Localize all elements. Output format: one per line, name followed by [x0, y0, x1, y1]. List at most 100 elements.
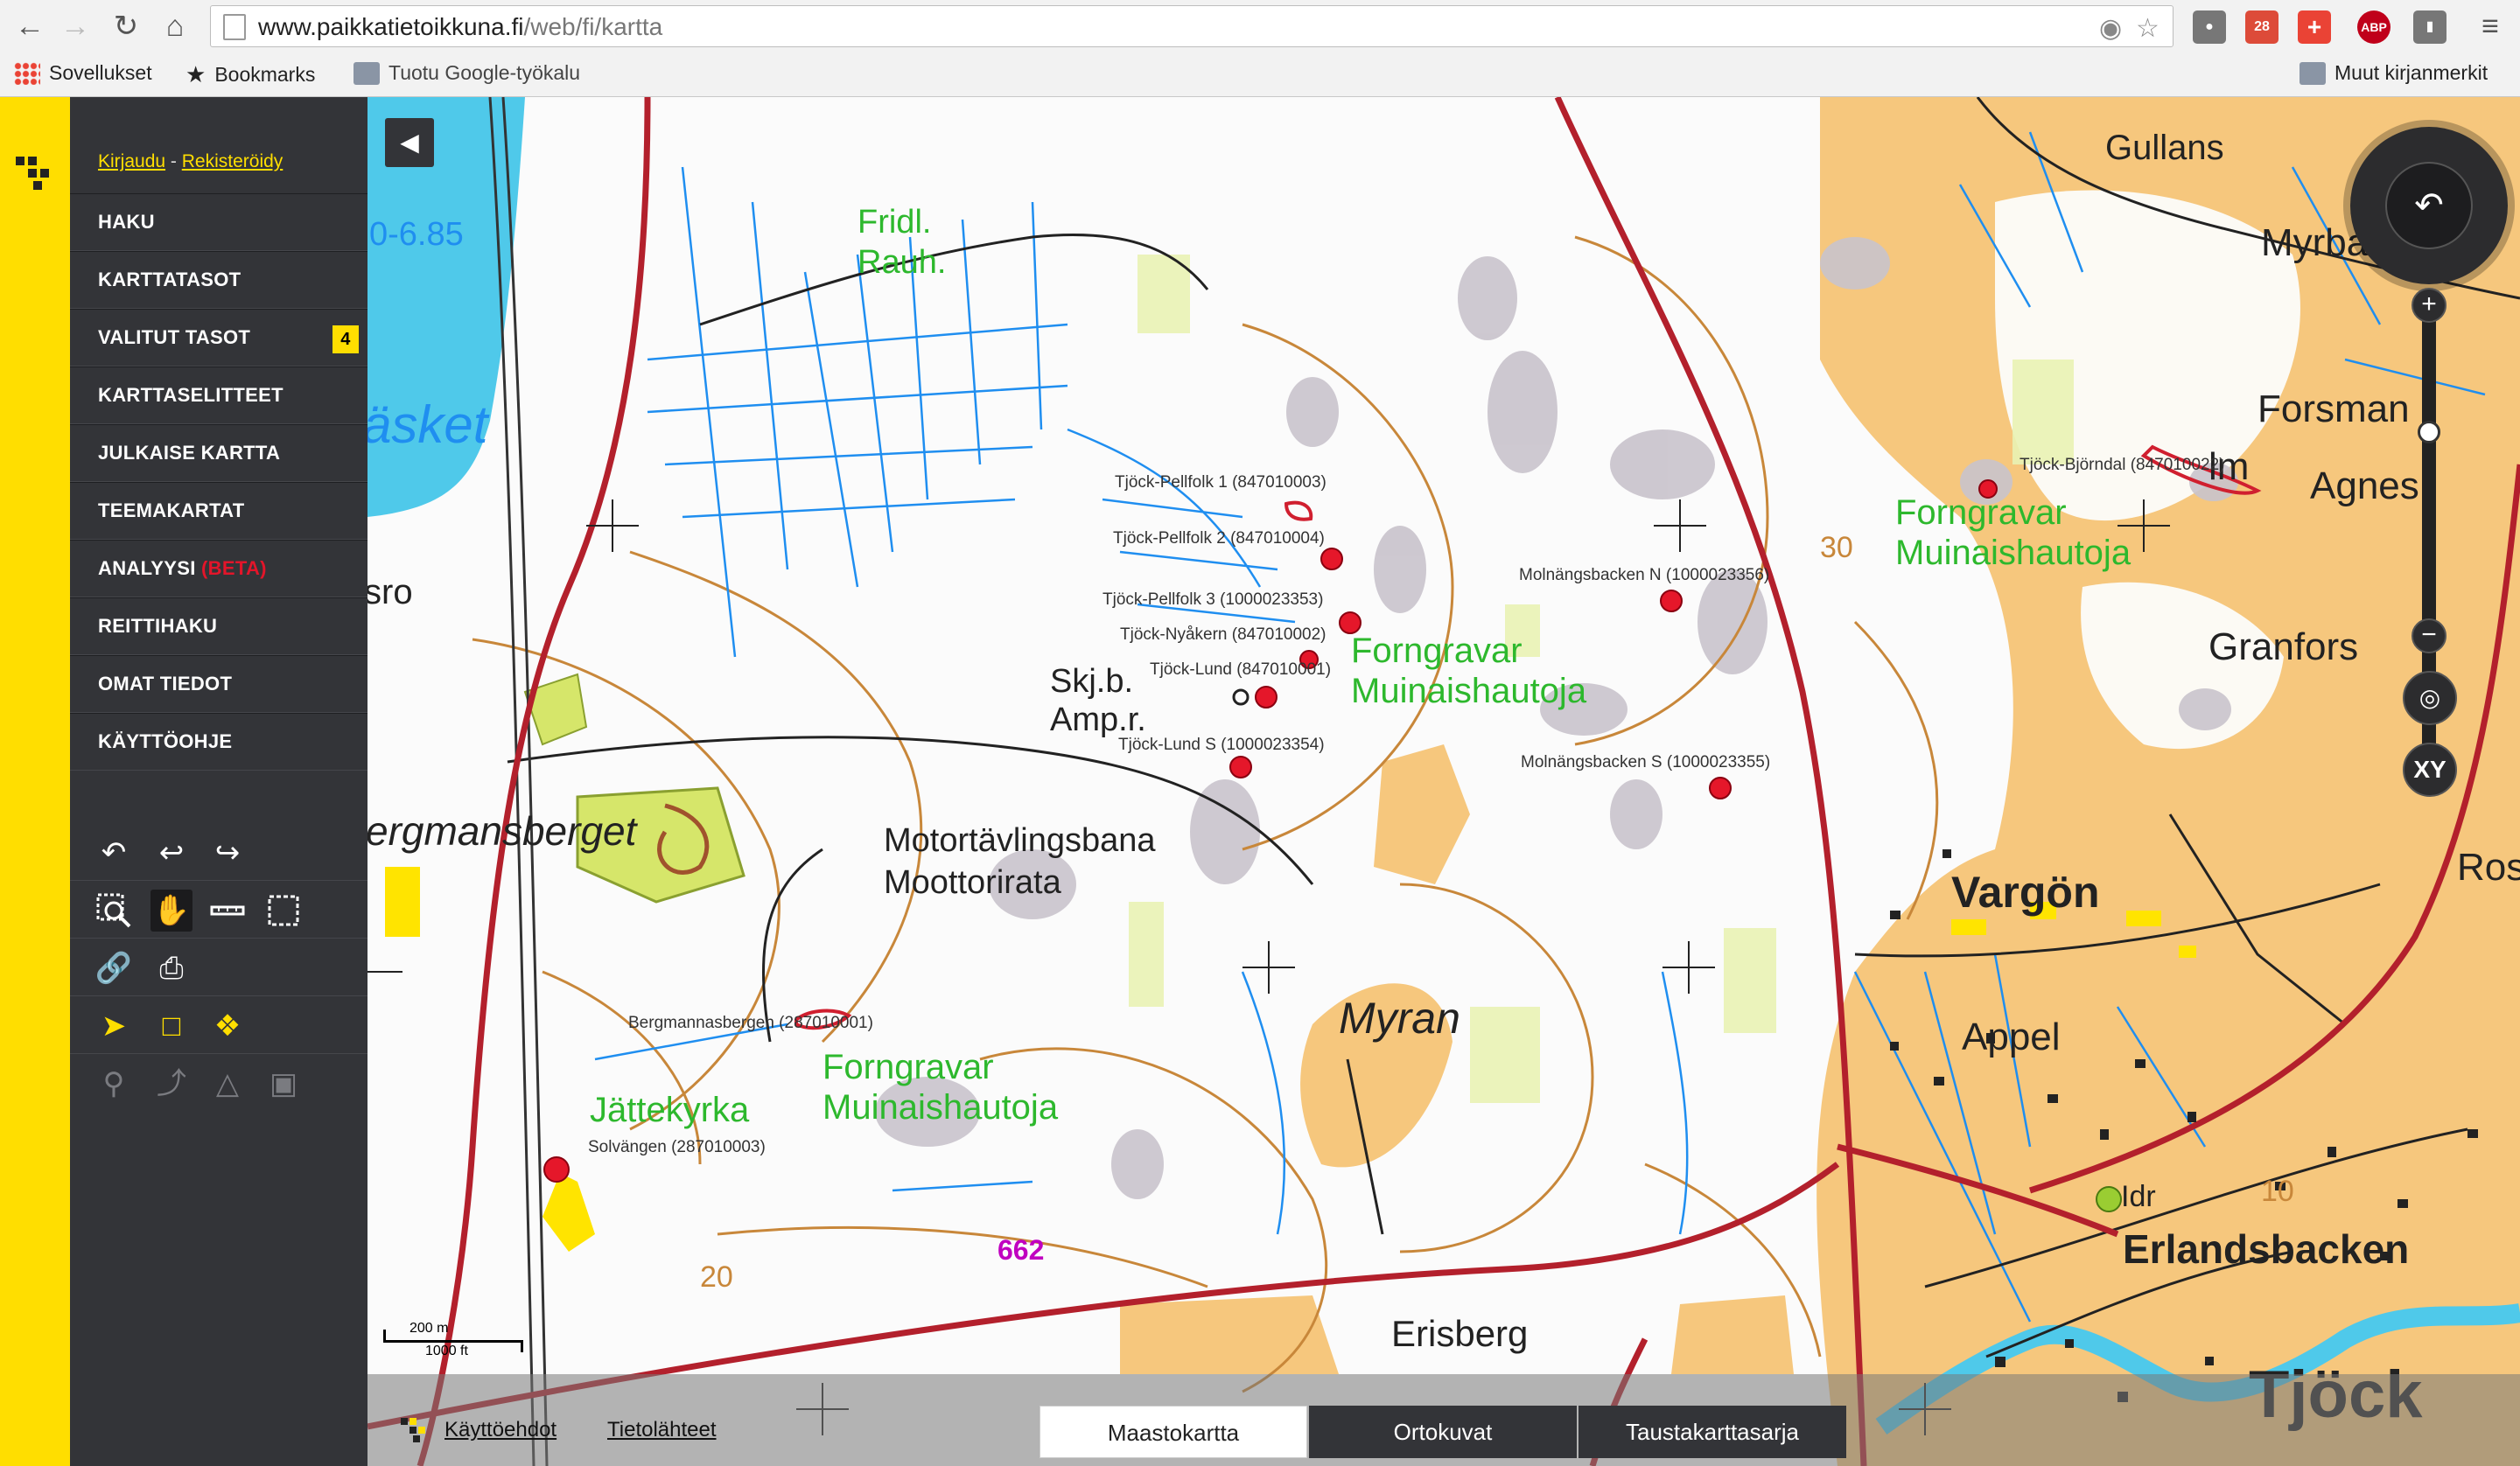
brand-bar: [0, 97, 70, 1466]
folder-icon: [2300, 61, 2326, 85]
place-label-vargon: Vargön: [1951, 868, 2100, 917]
ancient-graves-label-3: Forngravar Muinaishautoja: [1895, 493, 2132, 572]
menu-item-valitut-tasot[interactable]: VALITUT TASOT 4: [70, 309, 368, 366]
address-bar[interactable]: www.paikkatietoikkuna.fi/web/fi/kartta ◉…: [210, 5, 2174, 47]
pan-hand-icon[interactable]: ✋: [150, 890, 192, 932]
reset-view-icon[interactable]: ↶: [2385, 162, 2473, 249]
beta-tag: (BETA): [201, 557, 267, 579]
search-area-icon[interactable]: ❖: [206, 1005, 248, 1047]
select-features-icon[interactable]: □: [150, 1005, 192, 1047]
contour-label-30: 30: [1820, 531, 1853, 564]
basemap-background-tab[interactable]: Taustakarttasarja: [1578, 1406, 1846, 1458]
login-links: Kirjaudu - Rekisteröidy: [98, 151, 283, 172]
reset-view-icon[interactable]: ↶: [93, 832, 135, 874]
zoom-in-button[interactable]: +: [2412, 288, 2446, 323]
bookmark-imported[interactable]: Tuotu Google-työkalu: [354, 61, 580, 85]
data-sources-link[interactable]: Tietolähteet: [607, 1418, 717, 1442]
adblock-ext-icon[interactable]: ABP: [2357, 10, 2390, 44]
bookmark-bookmarks[interactable]: ★ Bookmarks: [186, 61, 315, 88]
menu-item-reittihaku[interactable]: REITTIHAKU: [70, 597, 368, 655]
menu-item-haku[interactable]: HAKU: [70, 193, 368, 251]
pan-compass[interactable]: ↶: [2350, 127, 2508, 284]
site-label: Tjöck-Nyåkern (847010002): [1120, 625, 1326, 644]
site-label: Tjöck-Pellfolk 3 (1000023353): [1102, 590, 1324, 609]
apps-grid-icon: [14, 61, 40, 85]
back-button[interactable]: ←: [12, 9, 47, 44]
print-icon[interactable]: ⎙: [150, 947, 192, 989]
motor-track-label: Motortävlingsbana Moottorirata: [884, 822, 1156, 901]
login-separator: -: [170, 151, 177, 171]
add-line-icon[interactable]: ⤴: [150, 1063, 192, 1105]
site-label: Tjöck-Björndal (847010022): [2020, 456, 2225, 474]
collapse-sidebar-button[interactable]: ◀: [385, 118, 434, 167]
bookmark-other[interactable]: Muut kirjanmerkit: [2300, 61, 2488, 85]
notifications-ext-icon[interactable]: ●: [2193, 10, 2226, 44]
undo-icon[interactable]: ↩: [150, 832, 192, 874]
bookmark-apps[interactable]: Sovellukset: [14, 61, 152, 85]
place-label-sro: sro: [368, 573, 413, 611]
cookie-icon[interactable]: ◉: [2099, 13, 2122, 44]
site-label: Tjöck-Pellfolk 1 (847010003): [1115, 473, 1326, 492]
site-label: Molnängsbacken S (1000023355): [1521, 753, 1771, 771]
reader-ext-icon[interactable]: ▮: [2413, 10, 2446, 44]
place-label-granfors: Granfors: [2208, 625, 2359, 668]
map-footer: Käyttöehdot Tietolähteet Maastokartta Or…: [368, 1374, 2520, 1466]
scale-tick: [383, 1330, 386, 1342]
add-point-icon[interactable]: ⚲: [93, 1063, 135, 1105]
scale-meters: 200 m: [410, 1321, 449, 1336]
home-button[interactable]: ⌂: [158, 9, 192, 44]
terms-link[interactable]: Käyttöehdot: [444, 1418, 556, 1442]
ancient-graves-label-2: Forngravar Muinaishautoja: [1351, 632, 1587, 710]
toolbar-row-draw: ⚲ ⤴ △ ▣: [70, 1054, 368, 1112]
sidebar: Kirjaudu - Rekisteröidy HAKU KARTTATASOT…: [70, 97, 368, 1466]
add-area-icon[interactable]: △: [206, 1063, 248, 1105]
scale-tick: [521, 1340, 523, 1352]
site-label: Tjöck-Lund (847010001): [1150, 660, 1332, 679]
paikkatietoikkuna-logo-icon[interactable]: [12, 150, 58, 195]
footer-logo-icon: [401, 1418, 425, 1442]
folder-icon: [354, 61, 380, 85]
plus-ext-icon[interactable]: +: [2298, 10, 2331, 44]
menu-item-karttatasot[interactable]: KARTTATASOT: [70, 251, 368, 309]
zoom-box-icon[interactable]: [93, 890, 135, 932]
map-view[interactable]: Fridl. Rauh. Skj.b. Amp.r. Motortävlingsba…: [368, 97, 2520, 1466]
feature-info-icon[interactable]: ➤: [93, 1005, 135, 1047]
forward-button[interactable]: →: [58, 9, 93, 44]
import-data-icon[interactable]: ▣: [262, 1063, 304, 1105]
menu-item-omat-tiedot[interactable]: OMAT TIEDOT: [70, 655, 368, 713]
menu-item-analyysi[interactable]: ANALYYSI (BETA): [70, 540, 368, 597]
measure-area-icon[interactable]: [262, 890, 304, 932]
site-label: Bergmannasbergen (287010001): [628, 1014, 873, 1032]
place-label-agnes: Agnes: [2310, 464, 2419, 507]
scale-line: [383, 1340, 523, 1343]
menu-item-teemakartat[interactable]: TEEMAKARTAT: [70, 482, 368, 540]
place-label-gullans: Gullans: [2105, 129, 2224, 167]
nature-reserve-label: Fridl. Rauh.: [858, 204, 947, 281]
star-icon[interactable]: ☆: [2136, 13, 2160, 44]
menu-icon[interactable]: ≡: [2473, 9, 2508, 44]
map-toolbar: ↶ ↩ ↪ ✋ 🔗 ⎙ ➤ □ ❖ ⚲ ⤴ △ ▣: [70, 823, 368, 1112]
zoom-out-button[interactable]: −: [2412, 618, 2446, 653]
place-label-forsman: Forsman: [2258, 387, 2410, 430]
toolbar-row-share: 🔗 ⎙: [70, 939, 368, 996]
place-label-erlandsbacken: Erlandsbacken: [2123, 1226, 2410, 1272]
measure-line-icon[interactable]: [206, 890, 248, 932]
toolbar-row-history: ↶ ↩ ↪: [70, 823, 368, 881]
register-link[interactable]: Rekisteröidy: [182, 151, 284, 171]
menu-item-julkaise-kartta[interactable]: JULKAISE KARTTA: [70, 424, 368, 482]
zoom-slider-handle[interactable]: [2418, 421, 2440, 443]
basemap-terrain-tab[interactable]: Maastokartta: [1040, 1406, 1307, 1458]
contour-label-20: 20: [700, 1260, 733, 1294]
coordinate-tool-button[interactable]: XY: [2403, 743, 2457, 797]
menu-item-kayttoohje[interactable]: KÄYTTÖOHJE: [70, 713, 368, 771]
toolbar-row-feature: ➤ □ ❖: [70, 996, 368, 1054]
google-plus-ext-icon[interactable]: 28: [2245, 10, 2278, 44]
my-location-button[interactable]: ◎: [2403, 671, 2457, 725]
link-icon[interactable]: 🔗: [93, 947, 135, 989]
login-link[interactable]: Kirjaudu: [98, 151, 165, 171]
basemap-orthophoto-tab[interactable]: Ortokuvat: [1309, 1406, 1577, 1458]
sport-field-label: Idr: [2121, 1180, 2156, 1213]
redo-icon[interactable]: ↪: [206, 832, 248, 874]
menu-item-karttaselitteet[interactable]: KARTTASELITTEET: [70, 366, 368, 424]
reload-button[interactable]: ↻: [108, 9, 144, 44]
